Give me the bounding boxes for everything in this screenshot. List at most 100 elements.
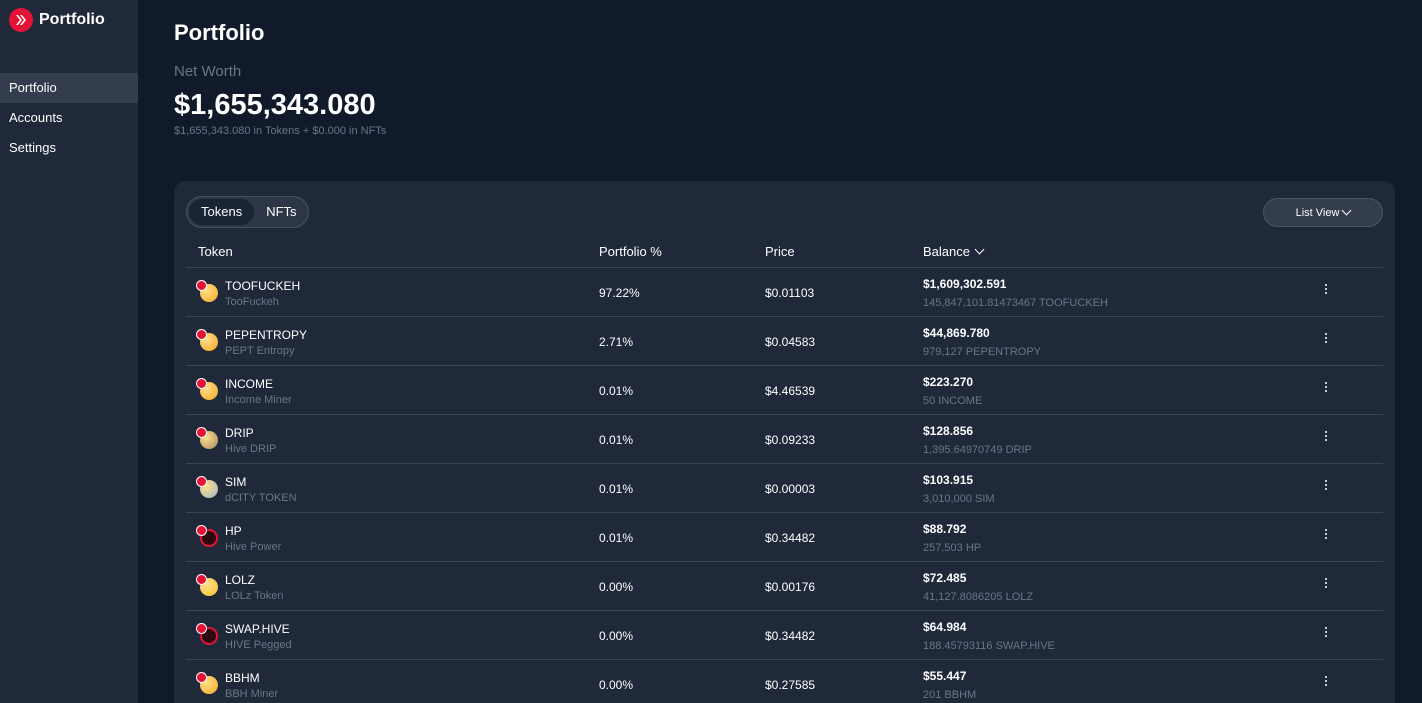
hive-badge-icon [196,427,207,438]
sidebar-nav: Portfolio Accounts Settings [0,73,138,163]
sort-chevron-icon [974,244,985,255]
balance-amount: 41,127.8086205 LOLZ [923,591,1034,603]
more-options-icon[interactable] [1318,625,1334,643]
balance-value: $64.984 [923,620,967,634]
hive-badge-icon [196,672,207,683]
token-price: $0.00003 [765,482,816,496]
hive-badge-icon [196,574,207,585]
more-options-icon[interactable] [1318,527,1334,545]
hive-badge-icon [196,525,207,536]
table-row[interactable]: BBHM BBH Miner 0.00% $0.27585 $55.447 20… [186,660,1383,703]
token-icon [196,574,220,598]
balance-value: $55.447 [923,669,967,683]
balance-amount: 50 INCOME [923,395,983,407]
portfolio-pct: 97.22% [599,286,640,300]
token-price: $0.00176 [765,580,816,594]
column-header-token[interactable]: Token [198,244,233,259]
tab-tokens[interactable]: Tokens [189,199,255,225]
holdings-tabs: Tokens NFTs [186,196,309,228]
balance-value: $103.915 [923,473,974,487]
token-icon [196,525,220,549]
token-name: PEPT Entropy [225,345,295,357]
column-header-balance[interactable]: Balance [923,244,985,259]
main-content: Portfolio Net Worth $1,655,343.080 $1,65… [138,0,1422,703]
balance-amount: 257.503 HP [923,542,982,554]
table-row[interactable]: PEPENTROPY PEPT Entropy 2.71% $0.04583 $… [186,317,1383,366]
table-row[interactable]: TOOFUCKEH TooFuckeh 97.22% $0.01103 $1,6… [186,268,1383,317]
balance-value: $128.856 [923,424,974,438]
balance-amount: 145,847,101.81473467 TOOFUCKEH [923,297,1108,309]
column-header-balance-label: Balance [923,244,970,259]
token-icon [196,672,220,696]
more-options-icon[interactable] [1318,478,1334,496]
token-symbol: PEPENTROPY [225,328,308,342]
hive-badge-icon [196,378,207,389]
balance-value: $1,609,302.591 [923,277,1007,291]
token-name: Hive DRIP [225,443,277,455]
chevron-down-icon [1341,205,1352,216]
more-options-icon[interactable] [1318,576,1334,594]
balance-amount: 3,010,000 SIM [923,493,995,505]
column-header-price[interactable]: Price [765,244,795,259]
more-options-icon[interactable] [1318,331,1334,349]
hive-badge-icon [196,623,207,634]
token-symbol: TOOFUCKEH [225,279,301,293]
more-options-icon[interactable] [1318,282,1334,300]
token-icon [196,476,220,500]
token-symbol: HP [225,524,242,538]
hive-badge-icon [196,476,207,487]
hive-badge-icon [196,280,207,291]
table-row[interactable]: LOLZ LOLz Token 0.00% $0.00176 $72.485 4… [186,562,1383,611]
brand[interactable]: Portfolio [9,8,105,32]
token-price: $0.34482 [765,531,816,545]
token-icon [196,329,220,353]
token-list: TOOFUCKEH TooFuckeh 97.22% $0.01103 $1,6… [186,268,1383,703]
page-title: Portfolio [174,20,265,45]
token-name: LOLz Token [225,590,284,602]
token-name: Income Miner [225,394,292,406]
table-row[interactable]: DRIP Hive DRIP 0.01% $0.09233 $128.856 1… [186,415,1383,464]
list-view-button[interactable]: List View [1263,198,1383,227]
table-row[interactable]: HP Hive Power 0.01% $0.34482 $88.792 257… [186,513,1383,562]
more-options-icon[interactable] [1318,380,1334,398]
table-row[interactable]: SWAP.HIVE HIVE Pegged 0.00% $0.34482 $64… [186,611,1383,660]
token-price: $0.01103 [765,286,815,300]
token-symbol: DRIP [225,426,254,440]
token-price: $0.09233 [765,433,816,447]
balance-amount: 201 BBHM [923,689,977,701]
table-row[interactable]: SIM dCITY TOKEN 0.01% $0.00003 $103.915 … [186,464,1383,513]
portfolio-pct: 2.71% [599,335,634,349]
token-icon [196,427,220,451]
token-name: BBH Miner [225,688,279,700]
sidebar: Portfolio Portfolio Accounts Settings [0,0,138,703]
balance-value: $223.270 [923,375,974,389]
token-icon [196,378,220,402]
token-symbol: BBHM [225,671,260,685]
sidebar-item-settings[interactable]: Settings [0,133,138,163]
token-icon [196,623,220,647]
token-name: Hive Power [225,541,282,553]
net-worth-breakdown: $1,655,343.080 in Tokens + $0.000 in NFT… [174,125,387,137]
portfolio-pct: 0.01% [599,482,634,496]
more-options-icon[interactable] [1318,429,1334,447]
balance-value: $44,869.780 [923,326,990,340]
token-name: dCITY TOKEN [225,492,297,504]
portfolio-pct: 0.00% [599,580,634,594]
token-price: $0.04583 [765,335,816,349]
tab-nfts[interactable]: NFTs [254,199,308,225]
balance-amount: 979,127 PEPENTROPY [923,346,1042,358]
balance-amount: 188.45793116 SWAP.HIVE [923,640,1055,652]
net-worth-label: Net Worth [174,63,242,80]
portfolio-pct: 0.00% [599,629,634,643]
holdings-card: Tokens NFTs List View Token Portfolio % … [174,181,1395,703]
table-row[interactable]: INCOME Income Miner 0.01% $4.46539 $223.… [186,366,1383,415]
hive-badge-icon [196,329,207,340]
column-header-portfolio-pct[interactable]: Portfolio % [599,244,662,259]
net-worth-value: $1,655,343.080 [174,89,376,121]
sidebar-item-portfolio[interactable]: Portfolio [0,73,138,103]
balance-amount: 1,395.64970749 DRIP [923,444,1032,456]
portfolio-pct: 0.01% [599,531,634,545]
more-options-icon[interactable] [1318,674,1334,692]
sidebar-item-accounts[interactable]: Accounts [0,103,138,133]
portfolio-pct: 0.01% [599,433,634,447]
